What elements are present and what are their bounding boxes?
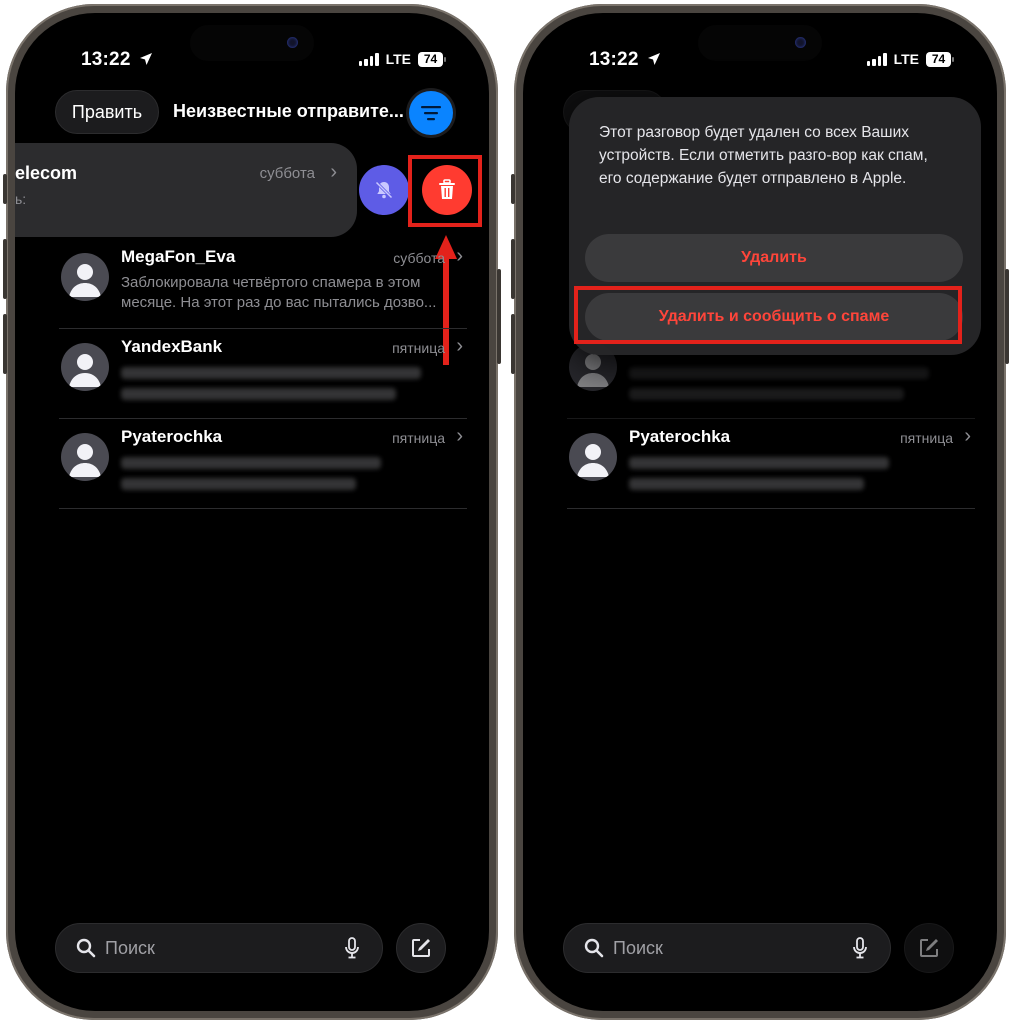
- left-screen: 13:22 LTE 74 Править Неизвестные отправи…: [15, 13, 489, 1011]
- conversation-date: пятница: [392, 430, 445, 446]
- conversation-date: пятница: [900, 430, 953, 446]
- compose-icon: [920, 939, 938, 957]
- action-button: [3, 174, 7, 204]
- power-button: [497, 269, 501, 364]
- volume-down-button: [3, 314, 7, 374]
- cellular-signal-icon: [358, 52, 379, 66]
- status-time: 13:22: [81, 49, 153, 71]
- compose-button[interactable]: [396, 923, 446, 973]
- page-title: Неизвестные отправите...: [173, 101, 404, 121]
- conversation-name: elecom: [15, 163, 78, 183]
- avatar: [569, 433, 617, 481]
- person-icon: [69, 354, 101, 387]
- chevron-right-icon: ›: [456, 245, 463, 267]
- conversation-row[interactable]: MegaFon_Eva суббота › Заблокировала четв…: [59, 239, 467, 329]
- battery-icon: 74: [418, 51, 446, 67]
- search-icon: [76, 938, 96, 958]
- blurred-snippet: [629, 367, 929, 409]
- person-icon: [69, 444, 101, 477]
- chevron-right-icon: ›: [964, 425, 971, 447]
- cellular-signal-icon: [866, 52, 887, 66]
- dynamic-island: [698, 25, 822, 61]
- dynamic-island: [190, 25, 314, 61]
- person-icon: [69, 264, 101, 297]
- volume-down-button: [511, 314, 515, 374]
- blurred-snippet: [121, 457, 381, 499]
- right-phone: 13:22 LTE 74 Pyaterochka пятница › Этот …: [511, 4, 1009, 1020]
- chevron-right-icon: ›: [330, 161, 337, 183]
- avatar: [61, 253, 109, 301]
- network-label: LTE: [893, 51, 919, 67]
- divider: [567, 508, 975, 509]
- volume-up-button: [3, 239, 7, 299]
- bell-slash-icon: [374, 180, 394, 200]
- conversation-name: MegaFon_Eva: [121, 247, 236, 266]
- conversation-name: Pyaterochka: [121, 427, 223, 446]
- status-time: 13:22: [589, 49, 661, 71]
- avatar: [61, 433, 109, 481]
- location-arrow-icon: [648, 53, 661, 65]
- search-icon: [584, 938, 604, 958]
- conversation-row[interactable]: Pyaterochka пятница ›: [567, 419, 975, 509]
- volume-up-button: [511, 239, 515, 299]
- edit-button[interactable]: Править: [55, 90, 159, 134]
- report-spam-highlight-box: [574, 286, 962, 344]
- conversation-name: YandexBank: [121, 337, 223, 356]
- avatar: [61, 343, 109, 391]
- conversation-row[interactable]: YandexBank пятница ›: [59, 329, 467, 419]
- right-screen: 13:22 LTE 74 Pyaterochka пятница › Этот …: [523, 13, 997, 1011]
- network-label: LTE: [385, 51, 411, 67]
- conversation-date: суббота: [393, 250, 445, 266]
- conversation-snippet: ь:: [15, 191, 27, 207]
- blurred-snippet: [121, 367, 421, 409]
- search-placeholder: Поиск: [105, 938, 155, 958]
- filter-icon: [421, 106, 441, 121]
- conversation-date: суббота: [259, 165, 315, 182]
- status-icons: LTE 74: [358, 51, 446, 67]
- compose-button[interactable]: [904, 923, 954, 973]
- status-icons: LTE 74: [866, 51, 954, 67]
- divider: [59, 508, 467, 509]
- delete-highlight-box: [408, 155, 482, 227]
- compose-icon: [412, 939, 430, 957]
- conversation-snippet: Заблокировала четвёртого спамера в этом …: [121, 274, 437, 311]
- search-placeholder: Поиск: [613, 938, 663, 958]
- search-field[interactable]: Поиск: [55, 923, 383, 973]
- conversation-date: пятница: [392, 340, 445, 356]
- mute-alerts-button[interactable]: [359, 165, 409, 215]
- search-field[interactable]: Поиск: [563, 923, 891, 973]
- action-button: [511, 174, 515, 204]
- conversation-name: Pyaterochka: [629, 427, 731, 446]
- sheet-message: Этот разговор будет удален со всех Ваших…: [599, 124, 928, 187]
- delete-confirm-button[interactable]: Удалить: [585, 234, 963, 282]
- battery-icon: 74: [926, 51, 954, 67]
- filter-button[interactable]: [409, 91, 453, 135]
- chevron-right-icon: ›: [456, 335, 463, 357]
- microphone-icon[interactable]: [852, 937, 868, 959]
- left-phone: 13:22 LTE 74 Править Неизвестные отправи…: [3, 4, 501, 1020]
- power-button: [1005, 269, 1009, 364]
- person-icon: [577, 444, 609, 477]
- swiped-conversation-row[interactable]: elecom суббота › ь:: [15, 143, 357, 237]
- microphone-icon[interactable]: [344, 937, 360, 959]
- location-arrow-icon: [140, 53, 153, 65]
- blurred-snippet: [629, 457, 889, 499]
- conversation-row[interactable]: Pyaterochka пятница ›: [59, 419, 467, 509]
- chevron-right-icon: ›: [456, 425, 463, 447]
